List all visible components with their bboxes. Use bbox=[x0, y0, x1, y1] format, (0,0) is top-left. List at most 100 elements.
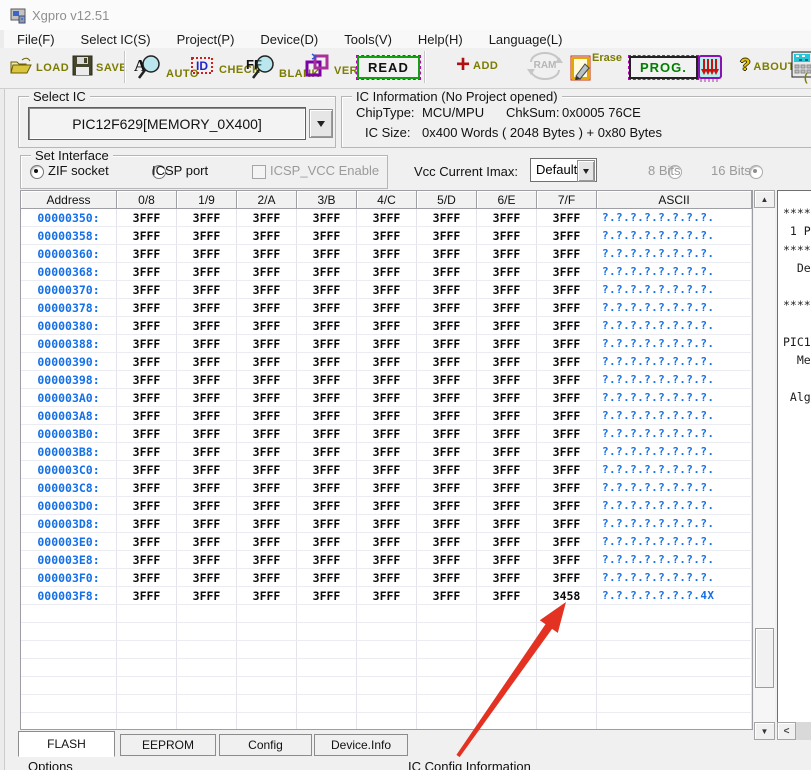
hex-cell[interactable]: 3FFF bbox=[117, 389, 177, 407]
hex-cell[interactable]: 3FFF bbox=[177, 353, 237, 371]
hex-cell[interactable]: 3FFF bbox=[237, 425, 297, 443]
hex-cell[interactable]: 3FFF bbox=[357, 407, 417, 425]
hex-ascii[interactable]: ?.?.?.?.?.?.?.4X bbox=[597, 587, 752, 605]
hex-cell[interactable]: 3FFF bbox=[417, 281, 477, 299]
hex-cell[interactable]: 3FFF bbox=[117, 227, 177, 245]
hex-ascii[interactable]: ?.?.?.?.?.?.?.?. bbox=[597, 281, 752, 299]
hex-cell[interactable]: 3FFF bbox=[237, 461, 297, 479]
hex-cell[interactable]: 3FFF bbox=[117, 515, 177, 533]
hex-cell[interactable]: 3FFF bbox=[537, 461, 597, 479]
hex-cell[interactable]: 3FFF bbox=[297, 407, 357, 425]
hex-cell[interactable]: 3FFF bbox=[417, 209, 477, 227]
hex-cell[interactable]: 3FFF bbox=[417, 443, 477, 461]
read-button[interactable]: READ bbox=[357, 56, 420, 79]
hex-ascii[interactable]: ?.?.?.?.?.?.?.?. bbox=[597, 335, 752, 353]
hex-cell[interactable]: 3FFF bbox=[477, 209, 537, 227]
menu-item-projectp[interactable]: Project(P) bbox=[164, 32, 248, 47]
hex-cell[interactable]: 3FFF bbox=[537, 425, 597, 443]
hex-ascii[interactable]: ?.?.?.?.?.?.?.?. bbox=[597, 461, 752, 479]
menu-item-deviced[interactable]: Device(D) bbox=[247, 32, 331, 47]
hex-cell[interactable]: 3FFF bbox=[177, 317, 237, 335]
hex-cell[interactable]: 3FFF bbox=[357, 443, 417, 461]
hex-ascii[interactable]: ?.?.?.?.?.?.?.?. bbox=[597, 443, 752, 461]
hex-cell[interactable]: 3FFF bbox=[117, 263, 177, 281]
hex-cell[interactable]: 3FFF bbox=[177, 443, 237, 461]
hex-cell[interactable]: 3FFF bbox=[417, 533, 477, 551]
hex-cell[interactable]: 3FFF bbox=[117, 317, 177, 335]
hex-cell[interactable]: 3FFF bbox=[357, 263, 417, 281]
hex-cell[interactable]: 3FFF bbox=[357, 461, 417, 479]
hex-cell[interactable]: 3FFF bbox=[477, 371, 537, 389]
scroll-thumb[interactable] bbox=[755, 628, 774, 688]
hex-cell[interactable]: 3FFF bbox=[417, 317, 477, 335]
hex-ascii[interactable]: ?.?.?.?.?.?.?.?. bbox=[597, 371, 752, 389]
hex-cell[interactable]: 3FFF bbox=[117, 497, 177, 515]
save-button[interactable]: SAVE bbox=[72, 55, 127, 76]
hex-cell[interactable]: 3FFF bbox=[237, 209, 297, 227]
hex-cell[interactable]: 3FFF bbox=[237, 371, 297, 389]
hex-cell[interactable]: 3FFF bbox=[297, 389, 357, 407]
hex-cell[interactable]: 3FFF bbox=[357, 227, 417, 245]
hex-cell[interactable]: 3FFF bbox=[357, 299, 417, 317]
scroll-up-button[interactable]: ▲ bbox=[754, 190, 775, 208]
hex-cell[interactable]: 3FFF bbox=[357, 569, 417, 587]
hex-cell[interactable]: 3FFF bbox=[237, 443, 297, 461]
hex-ascii[interactable]: ?.?.?.?.?.?.?.?. bbox=[597, 317, 752, 335]
hex-ascii[interactable]: ?.?.?.?.?.?.?.?. bbox=[597, 263, 752, 281]
hex-cell[interactable]: 3FFF bbox=[237, 587, 297, 605]
hex-cell[interactable]: 3FFF bbox=[477, 443, 537, 461]
hex-cell[interactable]: 3FFF bbox=[117, 479, 177, 497]
hex-cell[interactable]: 3FFF bbox=[417, 389, 477, 407]
hex-cell[interactable]: 3FFF bbox=[117, 533, 177, 551]
hex-cell[interactable]: 3FFF bbox=[477, 569, 537, 587]
hex-cell[interactable]: 3FFF bbox=[117, 209, 177, 227]
hex-cell[interactable]: 3FFF bbox=[477, 299, 537, 317]
hex-cell[interactable]: 3FFF bbox=[417, 227, 477, 245]
hex-cell[interactable]: 3FFF bbox=[537, 515, 597, 533]
hex-cell[interactable]: 3FFF bbox=[537, 371, 597, 389]
hex-cell[interactable]: 3FFF bbox=[477, 407, 537, 425]
hex-cell[interactable]: 3FFF bbox=[477, 461, 537, 479]
chip-test-button[interactable] bbox=[694, 51, 726, 88]
hex-cell[interactable]: 3FFF bbox=[237, 335, 297, 353]
hex-cell[interactable]: 3FFF bbox=[537, 479, 597, 497]
hex-cell[interactable]: 3FFF bbox=[237, 569, 297, 587]
hex-vertical-scrollbar[interactable]: ▲ ▼ bbox=[754, 190, 775, 740]
hex-cell[interactable]: 3FFF bbox=[417, 245, 477, 263]
hex-cell[interactable]: 3FFF bbox=[177, 263, 237, 281]
hex-cell[interactable]: 3FFF bbox=[537, 533, 597, 551]
hex-cell[interactable]: 3FFF bbox=[297, 587, 357, 605]
hex-cell[interactable]: 3FFF bbox=[297, 515, 357, 533]
hex-cell[interactable]: 3FFF bbox=[297, 371, 357, 389]
hex-cell[interactable]: 3FFF bbox=[237, 353, 297, 371]
hex-cell[interactable]: 3FFF bbox=[297, 281, 357, 299]
hex-cell[interactable]: 3FFF bbox=[417, 407, 477, 425]
hex-cell[interactable]: 3FFF bbox=[537, 353, 597, 371]
hex-cell[interactable]: 3FFF bbox=[237, 245, 297, 263]
hex-cell[interactable]: 3FFF bbox=[237, 281, 297, 299]
hex-ascii[interactable]: ?.?.?.?.?.?.?.?. bbox=[597, 551, 752, 569]
hex-cell[interactable]: 3FFF bbox=[537, 443, 597, 461]
hex-cell[interactable]: 3FFF bbox=[117, 443, 177, 461]
hex-cell[interactable]: 3FFF bbox=[117, 245, 177, 263]
hex-cell[interactable]: 3FFF bbox=[117, 587, 177, 605]
hex-cell[interactable]: 3FFF bbox=[417, 425, 477, 443]
hex-cell[interactable]: 3FFF bbox=[477, 425, 537, 443]
hex-ascii[interactable]: ?.?.?.?.?.?.?.?. bbox=[597, 353, 752, 371]
hex-cell[interactable]: 3FFF bbox=[477, 533, 537, 551]
hex-cell[interactable]: 3FFF bbox=[477, 479, 537, 497]
hex-ascii[interactable]: ?.?.?.?.?.?.?.?. bbox=[597, 227, 752, 245]
hex-cell[interactable]: 3FFF bbox=[237, 407, 297, 425]
hex-cell[interactable]: 3FFF bbox=[357, 317, 417, 335]
hex-cell[interactable]: 3FFF bbox=[177, 569, 237, 587]
hex-cell[interactable]: 3FFF bbox=[177, 425, 237, 443]
hex-cell[interactable]: 3FFF bbox=[477, 281, 537, 299]
tab-config[interactable]: Config bbox=[219, 734, 312, 756]
tab-eeprom[interactable]: EEPROM bbox=[120, 734, 216, 756]
selected-ic-value[interactable]: PIC12F629[MEMORY_0X400] bbox=[28, 107, 306, 140]
hex-cell[interactable]: 3FFF bbox=[177, 461, 237, 479]
hex-cell[interactable]: 3FFF bbox=[537, 209, 597, 227]
hex-cell[interactable]: 3FFF bbox=[117, 425, 177, 443]
hex-cell[interactable]: 3FFF bbox=[357, 335, 417, 353]
hex-ascii[interactable]: ?.?.?.?.?.?.?.?. bbox=[597, 425, 752, 443]
